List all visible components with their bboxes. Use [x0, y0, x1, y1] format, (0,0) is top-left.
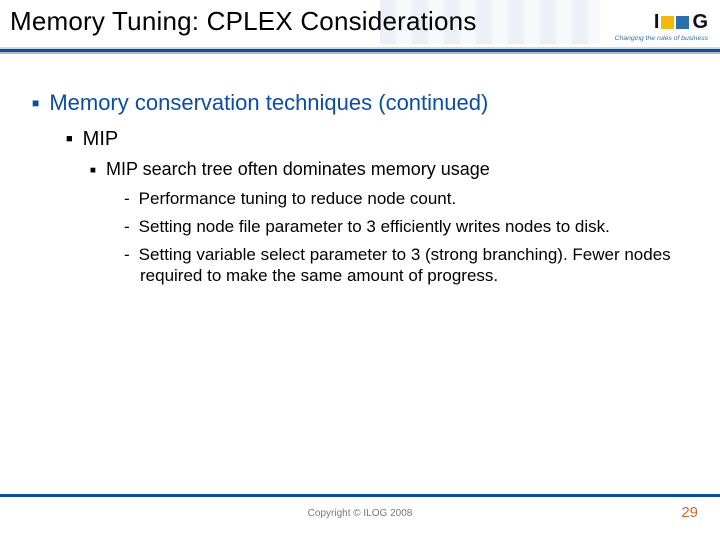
slide-title: Memory Tuning: CPLEX Considerations	[10, 6, 477, 37]
logo-letter-i: I	[654, 11, 660, 34]
logo-mark: I G	[654, 11, 708, 34]
bullet-level4: Setting variable select parameter to 3 (…	[124, 244, 692, 288]
page-number: 29	[681, 504, 698, 521]
logo-tagline: Changing the rules of business	[615, 35, 708, 42]
footer: Copyright © ILOG 2008 29	[0, 494, 720, 540]
logo-square-yellow-icon	[661, 16, 674, 29]
bullet-level4: Setting node file parameter to 3 efficie…	[124, 216, 692, 238]
footer-rule	[0, 494, 720, 497]
content: Memory conservation techniques (continue…	[0, 80, 720, 293]
bullet-level3: MIP search tree often dominates memory u…	[90, 159, 692, 180]
bullet-level4: Performance tuning to reduce node count.	[124, 188, 692, 210]
logo-square-blue-icon	[676, 16, 689, 29]
header: Memory Tuning: CPLEX Considerations I G …	[0, 0, 720, 56]
logo-letter-g: G	[692, 11, 708, 34]
ilog-logo: I G Changing the rules of business	[608, 4, 708, 48]
copyright-text: Copyright © ILOG 2008	[0, 508, 720, 519]
slide: Memory Tuning: CPLEX Considerations I G …	[0, 0, 720, 540]
header-rule-inner	[0, 49, 720, 52]
bullet-level2: MIP	[66, 128, 692, 151]
bullet-level1: Memory conservation techniques (continue…	[32, 90, 692, 116]
